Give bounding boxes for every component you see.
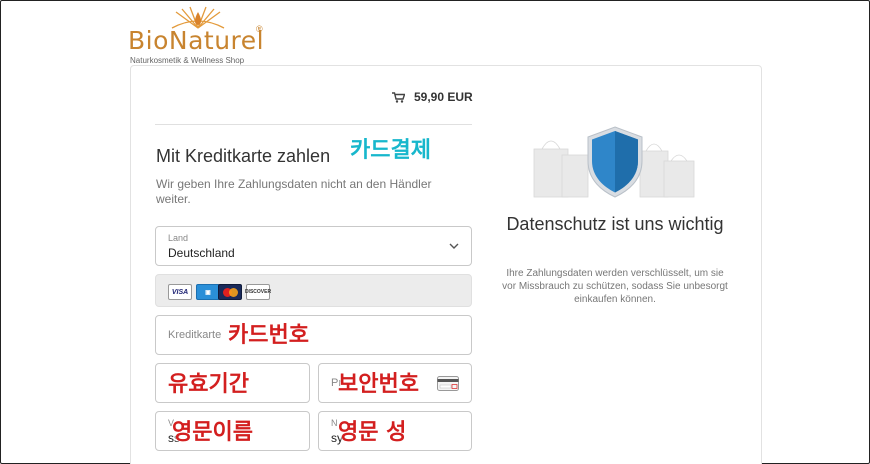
annotation-card-payment: 카드결제 — [350, 138, 431, 163]
discover-logo-icon: DISCOVER — [245, 284, 271, 300]
mastercard-logo-icon — [218, 284, 242, 300]
divider — [155, 124, 472, 125]
country-select[interactable]: Land Deutschland — [155, 226, 472, 266]
shopping-cart-icon — [392, 91, 405, 103]
card-back-cvc-icon — [437, 376, 459, 391]
bionaturel-logo[interactable]: BioNaturel ® Naturkosmetik & Wellness Sh… — [128, 6, 288, 66]
card-brands-row: VISA ▣ DISCOVER — [155, 274, 472, 307]
payment-title: Mit Kreditkarte zahlen — [156, 146, 331, 166]
annotation-card-number: 카드번호 — [228, 323, 309, 348]
last-name-label: N — [331, 418, 338, 428]
shield-shopping-bags-icon — [533, 126, 695, 198]
privacy-title: Datenschutz ist uns wichtig — [506, 214, 724, 234]
annotation-expiry: 유효기간 — [168, 372, 249, 397]
card-number-input[interactable]: Kreditkarte — [155, 315, 472, 355]
visa-logo-icon: VISA — [168, 284, 192, 300]
chevron-down-icon — [449, 243, 459, 249]
cart-total: 59,90 EUR — [414, 90, 473, 104]
privacy-text: Ihre Zahlungsdaten werden verschlüsselt,… — [502, 268, 728, 305]
cart-summary: 59,90 EUR — [392, 90, 473, 104]
logo-wordmark: BioNaturel — [128, 26, 265, 55]
card-number-placeholder: Kreditkarte — [168, 329, 222, 341]
annotation-first-name: 영문이름 — [172, 420, 253, 445]
logo-tagline: Naturkosmetik & Wellness Shop — [130, 56, 245, 65]
country-label: Land — [168, 233, 189, 243]
annotation-security-code: 보안번호 — [338, 372, 419, 397]
payment-subtitle: Wir geben Ihre Zahlungsdaten nicht an de… — [156, 177, 432, 206]
amex-logo-icon: ▣ — [196, 284, 220, 300]
annotation-last-name: 영문 성 — [338, 420, 407, 445]
registered-mark: ® — [256, 24, 263, 34]
country-value: Deutschland — [168, 246, 235, 260]
